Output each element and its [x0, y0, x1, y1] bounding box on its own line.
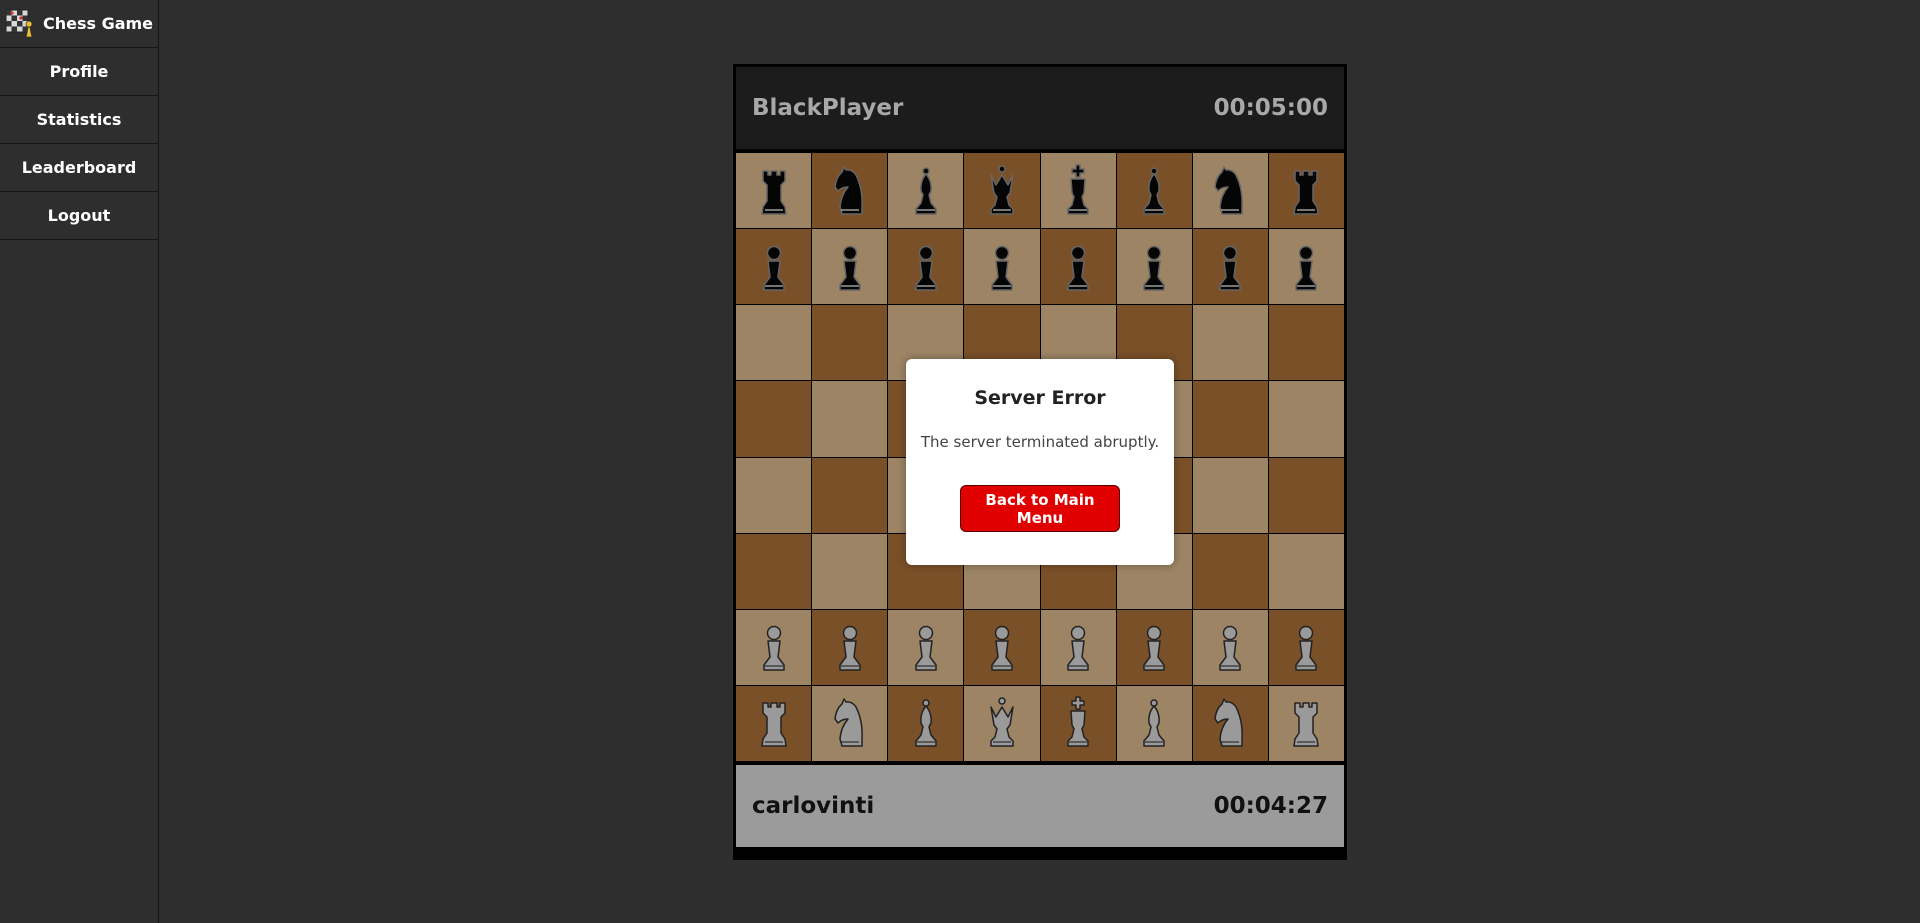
square-h3[interactable]	[1268, 533, 1344, 609]
server-error-dialog: Server Error The server terminated abrup…	[906, 359, 1174, 565]
square-e2[interactable]	[1040, 609, 1116, 685]
sidebar-item-logout[interactable]: Logout	[0, 192, 158, 240]
black-pawn-icon[interactable]	[826, 239, 874, 295]
back-to-main-menu-button[interactable]: Back to Main Menu	[960, 485, 1120, 532]
square-f7[interactable]	[1116, 229, 1192, 305]
square-g8[interactable]	[1192, 153, 1268, 229]
sidebar-item-statistics[interactable]: Statistics	[0, 96, 158, 144]
square-a6[interactable]	[736, 305, 812, 381]
square-c7[interactable]	[888, 229, 964, 305]
square-g4[interactable]	[1192, 457, 1268, 533]
square-g1[interactable]	[1192, 685, 1268, 761]
square-e7[interactable]	[1040, 229, 1116, 305]
square-d7[interactable]	[964, 229, 1040, 305]
white-pawn-icon[interactable]	[1206, 619, 1254, 675]
opponent-clock: 00:05:00	[1213, 95, 1328, 121]
white-rook-icon[interactable]	[1282, 695, 1330, 751]
square-d2[interactable]	[964, 609, 1040, 685]
white-king-icon[interactable]	[1054, 695, 1102, 751]
black-pawn-icon[interactable]	[1206, 239, 1254, 295]
black-bishop-icon[interactable]	[902, 163, 950, 219]
square-e1[interactable]	[1040, 685, 1116, 761]
square-g7[interactable]	[1192, 229, 1268, 305]
square-g6[interactable]	[1192, 305, 1268, 381]
black-rook-icon[interactable]	[750, 163, 798, 219]
square-g2[interactable]	[1192, 609, 1268, 685]
square-g5[interactable]	[1192, 381, 1268, 457]
white-bishop-icon[interactable]	[902, 695, 950, 751]
black-pawn-icon[interactable]	[902, 239, 950, 295]
player-name: carlovinti	[752, 793, 875, 819]
opponent-name: BlackPlayer	[752, 95, 904, 121]
black-pawn-icon[interactable]	[1054, 239, 1102, 295]
square-g3[interactable]	[1192, 533, 1268, 609]
square-b7[interactable]	[812, 229, 888, 305]
black-pawn-icon[interactable]	[750, 239, 798, 295]
chess-logo-icon	[5, 9, 33, 37]
square-h6[interactable]	[1268, 305, 1344, 381]
square-a8[interactable]	[736, 153, 812, 229]
square-c2[interactable]	[888, 609, 964, 685]
black-bishop-icon[interactable]	[1130, 163, 1178, 219]
black-pawn-icon[interactable]	[1130, 239, 1178, 295]
square-b4[interactable]	[812, 457, 888, 533]
white-pawn-icon[interactable]	[1282, 619, 1330, 675]
black-queen-icon[interactable]	[978, 163, 1026, 219]
square-c8[interactable]	[888, 153, 964, 229]
square-h8[interactable]	[1268, 153, 1344, 229]
square-a3[interactable]	[736, 533, 812, 609]
square-a5[interactable]	[736, 381, 812, 457]
square-f1[interactable]	[1116, 685, 1192, 761]
black-knight-icon[interactable]	[826, 163, 874, 219]
square-a7[interactable]	[736, 229, 812, 305]
square-b8[interactable]	[812, 153, 888, 229]
white-pawn-icon[interactable]	[826, 619, 874, 675]
square-b5[interactable]	[812, 381, 888, 457]
black-pawn-icon[interactable]	[978, 239, 1026, 295]
white-knight-icon[interactable]	[1206, 695, 1254, 751]
sidebar-item-profile[interactable]: Profile	[0, 48, 158, 96]
sidebar-item-leaderboard[interactable]: Leaderboard	[0, 144, 158, 192]
square-f2[interactable]	[1116, 609, 1192, 685]
square-b3[interactable]	[812, 533, 888, 609]
square-h4[interactable]	[1268, 457, 1344, 533]
black-knight-icon[interactable]	[1206, 163, 1254, 219]
white-pawn-icon[interactable]	[1054, 619, 1102, 675]
player-clock: 00:04:27	[1213, 793, 1328, 819]
square-h7[interactable]	[1268, 229, 1344, 305]
white-pawn-icon[interactable]	[978, 619, 1026, 675]
white-pawn-icon[interactable]	[1130, 619, 1178, 675]
square-d1[interactable]	[964, 685, 1040, 761]
square-h1[interactable]	[1268, 685, 1344, 761]
opponent-bar: BlackPlayer 00:05:00	[736, 67, 1344, 153]
sidebar: Chess Game Profile Statistics Leaderboar…	[0, 0, 159, 923]
square-a1[interactable]	[736, 685, 812, 761]
square-a4[interactable]	[736, 457, 812, 533]
white-queen-icon[interactable]	[978, 695, 1026, 751]
black-king-icon[interactable]	[1054, 163, 1102, 219]
white-bishop-icon[interactable]	[1130, 695, 1178, 751]
dialog-message: The server terminated abruptly.	[920, 433, 1160, 451]
square-b1[interactable]	[812, 685, 888, 761]
black-pawn-icon[interactable]	[1282, 239, 1330, 295]
white-pawn-icon[interactable]	[750, 619, 798, 675]
square-e8[interactable]	[1040, 153, 1116, 229]
white-rook-icon[interactable]	[750, 695, 798, 751]
dialog-title: Server Error	[974, 387, 1106, 409]
black-rook-icon[interactable]	[1282, 163, 1330, 219]
brand-home-link[interactable]: Chess Game	[0, 0, 158, 48]
square-a2[interactable]	[736, 609, 812, 685]
square-b2[interactable]	[812, 609, 888, 685]
square-h2[interactable]	[1268, 609, 1344, 685]
square-d8[interactable]	[964, 153, 1040, 229]
white-knight-icon[interactable]	[826, 695, 874, 751]
white-pawn-icon[interactable]	[902, 619, 950, 675]
square-f8[interactable]	[1116, 153, 1192, 229]
square-c1[interactable]	[888, 685, 964, 761]
square-b6[interactable]	[812, 305, 888, 381]
player-bar: carlovinti 00:04:27	[736, 761, 1344, 847]
brand-label: Chess Game	[42, 14, 154, 33]
square-h5[interactable]	[1268, 381, 1344, 457]
